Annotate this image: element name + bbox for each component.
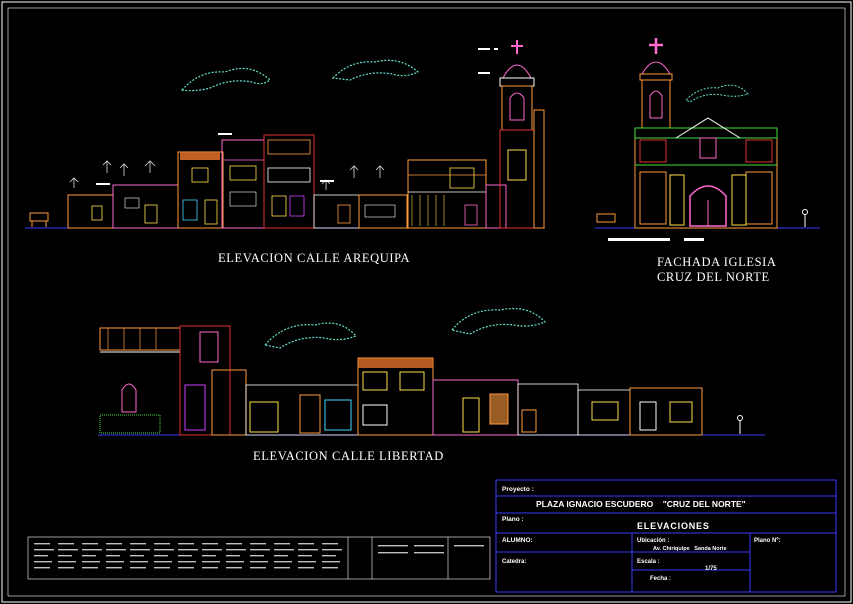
title-block-text: Proyecto : PLAZA IGNACIO ESCUDERO "CRUZ …: [502, 486, 781, 582]
bench: [29, 212, 49, 227]
ubicacion-label: Ubicación :: [637, 538, 669, 544]
church-tower-side: [499, 40, 545, 229]
elevation-arequipa: [25, 40, 545, 229]
house-low-4: [358, 194, 408, 229]
dimension-tags: [96, 48, 498, 185]
house-2-storey-1: [177, 151, 224, 229]
fecha-label: Fecha :: [650, 576, 671, 582]
alumno-label: ALUMNO:: [502, 537, 533, 544]
ubicacion-value: Av. Chiriquipe Sanda Norte: [653, 546, 727, 552]
proyecto-value: PLAZA IGNACIO ESCUDERO "CRUZ DEL NORTE": [536, 499, 746, 509]
plano-label: Plano :: [502, 516, 524, 523]
catedra-label: Catedra:: [502, 559, 526, 565]
house-low-2: [112, 184, 179, 229]
title-libertad: ELEVACION CALLE LIBERTAD: [253, 449, 444, 463]
scale-bar: [608, 238, 670, 241]
plano-no-label: Plano Nº:: [754, 538, 781, 544]
outer-frame: [1, 1, 852, 603]
tree-canopies: [180, 59, 420, 92]
legend-text-placeholder: [34, 543, 484, 569]
escala-label: Escala :: [637, 559, 660, 565]
street-trees: [69, 160, 385, 190]
house-low-5: [485, 184, 507, 229]
house-3-storey: [263, 134, 315, 229]
escala-value: 1/75: [705, 566, 717, 572]
house-low-1: [67, 194, 114, 229]
title-church-line1: FACHADA IGLESIA: [657, 255, 777, 269]
house-2-storey-2: [221, 139, 265, 229]
house-low-3: [313, 194, 360, 229]
cad-drawing-canvas: ELEVACION CALLE AREQUIPA FACHADA IGLESIA…: [1, 1, 852, 603]
proyecto-label: Proyecto :: [502, 486, 534, 493]
title-church-line2: CRUZ DEL NORTE: [657, 270, 770, 284]
plano-value: ELEVACIONES: [637, 521, 710, 531]
church-facade: [595, 38, 820, 229]
title-arequipa: ELEVACION CALLE AREQUIPA: [218, 251, 410, 265]
elevation-libertad: [98, 307, 765, 436]
